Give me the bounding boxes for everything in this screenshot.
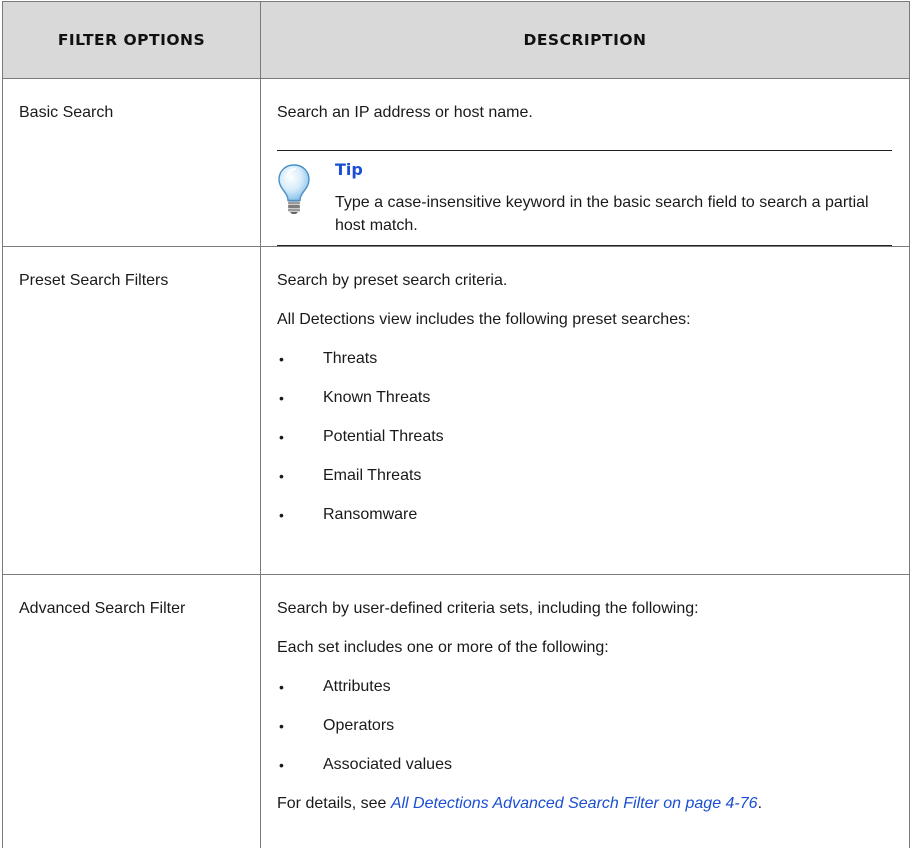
table-row: Advanced Search Filter Search by user-de… [3, 575, 910, 848]
description-cell: Search an IP address or host name. [261, 79, 910, 247]
list-item: • Threats [277, 349, 893, 369]
list-item: • Email Threats [277, 466, 893, 486]
list-item-label: Threats [323, 349, 377, 369]
details-suffix: . [758, 795, 762, 812]
tip-title: Tip [335, 159, 892, 181]
bullet-icon: • [277, 716, 323, 736]
bullet-icon: • [277, 388, 323, 408]
advanced-lead: Each set includes one or more of the fol… [277, 638, 893, 658]
option-preset-search-filters: Preset Search Filters [3, 247, 260, 291]
option-cell: Preset Search Filters [3, 247, 261, 575]
option-advanced-search-filter: Advanced Search Filter [3, 575, 260, 619]
bullet-icon: • [277, 427, 323, 447]
basic-description: Search an IP address or host name. [277, 103, 893, 123]
details-prefix: For details, see [277, 795, 391, 812]
advanced-intro: Search by user-defined criteria sets, in… [277, 599, 893, 619]
option-basic-search: Basic Search [3, 79, 260, 123]
bullet-icon: • [277, 677, 323, 697]
bullet-icon: • [277, 466, 323, 486]
list-item-label: Attributes [323, 677, 391, 697]
description-cell: Search by preset search criteria. All De… [261, 247, 910, 575]
lightbulb-icon [277, 159, 335, 221]
list-item-label: Associated values [323, 755, 452, 775]
filter-options-table: Filter Options Description Basic Search … [2, 1, 910, 848]
preset-intro: Search by preset search criteria. [277, 271, 893, 291]
list-item: • Attributes [277, 677, 893, 697]
option-cell: Basic Search [3, 79, 261, 247]
header-filter-options: Filter Options [3, 2, 261, 79]
list-item: • Associated values [277, 755, 893, 775]
bullet-icon: • [277, 349, 323, 369]
list-item: • Potential Threats [277, 427, 893, 447]
header-description: Description [261, 2, 910, 79]
bullet-icon: • [277, 505, 323, 525]
list-item-label: Operators [323, 716, 394, 736]
table-row: Basic Search Search an IP address or hos… [3, 79, 910, 247]
list-item-label: Email Threats [323, 466, 421, 486]
tip-text: Type a case-insensitive keyword in the b… [335, 191, 892, 237]
list-item: • Operators [277, 716, 893, 736]
preset-lead: All Detections view includes the followi… [277, 310, 893, 330]
tip-callout: Tip Type a case-insensitive keyword in t… [277, 150, 892, 246]
list-item-label: Ransomware [323, 505, 417, 525]
bullet-icon: • [277, 755, 323, 775]
list-item-label: Potential Threats [323, 427, 444, 447]
description-cell: Search by user-defined criteria sets, in… [261, 575, 910, 848]
list-item-label: Known Threats [323, 388, 430, 408]
advanced-details: For details, see All Detections Advanced… [277, 794, 893, 814]
table-header-row: Filter Options Description [3, 2, 910, 79]
table-row: Preset Search Filters Search by preset s… [3, 247, 910, 575]
list-item: • Known Threats [277, 388, 893, 408]
list-item: • Ransomware [277, 505, 893, 525]
details-link[interactable]: All Detections Advanced Search Filter on… [391, 795, 758, 812]
option-cell: Advanced Search Filter [3, 575, 261, 848]
